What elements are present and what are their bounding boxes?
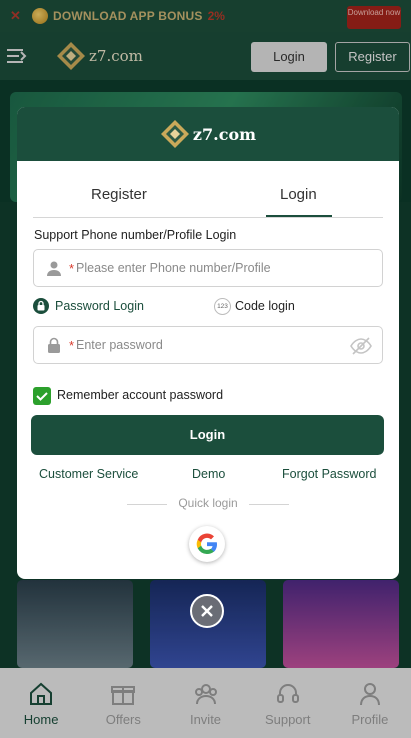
- lock-icon: [33, 298, 49, 314]
- quick-login-label: Quick login: [178, 496, 238, 510]
- password-input[interactable]: * Enter password: [33, 326, 383, 364]
- phone-placeholder: Please enter Phone number/Profile: [76, 261, 271, 275]
- remember-label: Remember account password: [57, 388, 224, 402]
- tab-register[interactable]: Register: [91, 186, 147, 203]
- code-icon: 123: [214, 298, 231, 315]
- phone-field-label: Support Phone number/Profile Login: [34, 228, 237, 242]
- login-modal: z7.com Register Login Support Phone numb…: [17, 107, 399, 579]
- customer-service-link[interactable]: Customer Service: [39, 467, 138, 481]
- google-login-button[interactable]: [189, 526, 225, 562]
- modal-header: z7.com: [17, 107, 399, 161]
- modal-logo-text: z7.com: [192, 124, 257, 144]
- demo-link[interactable]: Demo: [192, 467, 225, 481]
- password-login-option[interactable]: Password Login: [55, 299, 144, 313]
- code-login-option[interactable]: Code login: [235, 299, 295, 313]
- close-icon: [201, 605, 213, 617]
- login-button[interactable]: Login: [31, 415, 384, 455]
- lock-icon: [48, 337, 60, 353]
- remember-checkbox[interactable]: [33, 387, 51, 405]
- quick-login-divider: Quick login: [17, 496, 399, 512]
- check-icon: [36, 392, 48, 401]
- modal-close-button[interactable]: [190, 594, 224, 628]
- required-mark: *: [69, 338, 75, 353]
- eye-off-icon[interactable]: [350, 336, 372, 356]
- logo-icon: [160, 120, 189, 148]
- google-icon: [196, 533, 217, 555]
- user-icon: [47, 261, 61, 276]
- password-placeholder: Enter password: [76, 338, 163, 352]
- tab-login[interactable]: Login: [280, 186, 317, 203]
- forgot-password-link[interactable]: Forgot Password: [282, 467, 376, 481]
- active-tab-indicator: [266, 215, 332, 217]
- divider-line: [249, 504, 289, 505]
- required-mark: *: [69, 261, 75, 276]
- login-mode-row: Password Login 123 Code login: [33, 298, 383, 318]
- auth-tabs: Register Login: [33, 178, 383, 218]
- phone-input[interactable]: * Please enter Phone number/Profile: [33, 249, 383, 287]
